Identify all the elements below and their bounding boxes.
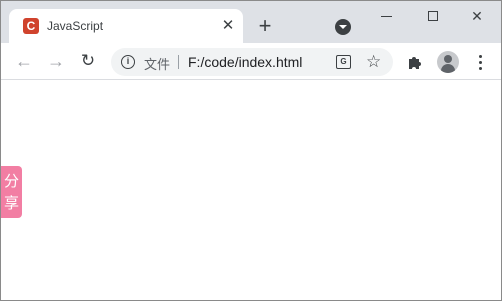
share-char-2: 享: [3, 194, 19, 212]
page-content: 分 享: [1, 81, 501, 300]
window-close-icon: ✕: [471, 8, 483, 24]
maximize-button[interactable]: [411, 3, 455, 29]
window-close-button[interactable]: ✕: [455, 3, 499, 29]
menu-dot: [479, 55, 482, 58]
minimize-button[interactable]: [365, 3, 409, 29]
avatar-head: [444, 55, 452, 63]
profile-avatar[interactable]: [437, 51, 459, 73]
browser-window: C JavaScript ✕ + ✕ ← → ↻ i 文件 F:/code/in…: [0, 0, 502, 301]
active-tab[interactable]: C JavaScript ✕: [9, 9, 243, 43]
browser-menu-icon[interactable]: [473, 53, 489, 71]
new-tab-button[interactable]: +: [253, 15, 277, 39]
bookmark-star-icon[interactable]: ☆: [366, 51, 381, 73]
share-char-1: 分: [3, 172, 19, 190]
url-text[interactable]: F:/code/index.html: [188, 54, 302, 70]
menu-dot: [479, 61, 482, 64]
menu-dot: [479, 67, 482, 70]
forward-button[interactable]: →: [45, 50, 67, 72]
share-button[interactable]: 分 享: [1, 166, 22, 218]
maximize-icon: [428, 11, 438, 21]
browser-toolbar: ← → ↻ i 文件 F:/code/index.html G ☆: [1, 43, 501, 80]
reload-button[interactable]: ↻: [77, 50, 99, 72]
tab-favicon-icon: C: [23, 18, 39, 34]
address-separator: [178, 55, 179, 69]
tab-strip: C JavaScript ✕ + ✕: [1, 1, 501, 43]
translate-icon[interactable]: G: [336, 55, 351, 69]
file-scheme-label: 文件: [144, 58, 171, 73]
tab-search-icon[interactable]: [335, 19, 351, 35]
tab-close-icon[interactable]: ✕: [219, 17, 237, 35]
back-button[interactable]: ←: [13, 50, 35, 72]
extensions-puzzle-icon[interactable]: [406, 53, 424, 71]
avatar-body: [441, 64, 455, 73]
address-bar[interactable]: i 文件 F:/code/index.html G ☆: [111, 48, 393, 76]
site-info-icon[interactable]: i: [121, 55, 135, 69]
minimize-icon: [381, 16, 392, 17]
tab-title: JavaScript: [47, 19, 104, 33]
